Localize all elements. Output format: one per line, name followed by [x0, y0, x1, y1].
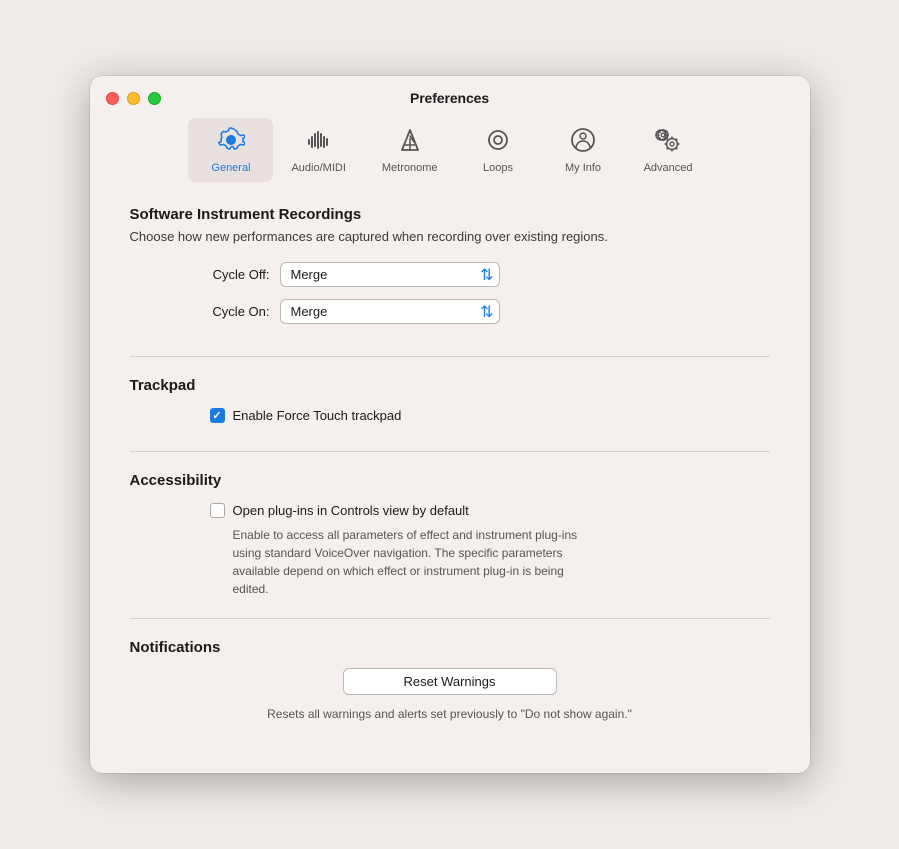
minimize-button[interactable] [127, 92, 140, 105]
tab-general-label: General [211, 162, 250, 174]
force-touch-checkbox[interactable] [210, 408, 225, 423]
cycle-on-select-wrapper: Merge Overlap Replace ⇅ [280, 299, 500, 324]
tab-my-info[interactable]: My Info [541, 118, 626, 182]
cycle-on-select[interactable]: Merge Overlap Replace [280, 299, 500, 324]
cycle-on-label: Cycle On: [170, 304, 270, 319]
tab-audio-midi-label: Audio/MIDI [291, 162, 345, 174]
toolbar: General Audio/MIDI [90, 106, 810, 196]
close-button[interactable] [106, 92, 119, 105]
software-instrument-title: Software Instrument Recordings [130, 206, 770, 223]
accessibility-title: Accessibility [130, 472, 770, 489]
section-software-instrument: Software Instrument Recordings Choose ho… [130, 206, 770, 357]
titlebar: Preferences [90, 76, 810, 106]
my-info-icon [569, 126, 597, 158]
trackpad-title: Trackpad [130, 377, 770, 394]
software-instrument-desc: Choose how new performances are captured… [130, 227, 770, 247]
section-notifications: Notifications Reset Warnings Resets all … [130, 618, 770, 743]
advanced-icon [654, 126, 682, 158]
controls-view-row: Open plug-ins in Controls view by defaul… [130, 503, 770, 518]
section-accessibility: Accessibility Open plug-ins in Controls … [130, 451, 770, 618]
cycle-on-row: Cycle On: Merge Overlap Replace ⇅ [130, 299, 770, 324]
tab-audio-midi[interactable]: Audio/MIDI [273, 118, 363, 182]
tab-metronome[interactable]: Metronome [364, 118, 456, 182]
tab-loops[interactable]: Loops [456, 118, 541, 182]
tab-general[interactable]: General [188, 118, 273, 182]
section-trackpad: Trackpad Enable Force Touch trackpad [130, 356, 770, 451]
notifications-title: Notifications [130, 639, 770, 656]
tab-advanced[interactable]: Advanced [626, 118, 711, 182]
cycle-off-label: Cycle Off: [170, 267, 270, 282]
gear-icon [217, 126, 245, 158]
loops-icon [484, 126, 512, 158]
controls-view-checkbox[interactable] [210, 503, 225, 518]
window-title: Preferences [410, 90, 489, 106]
content-area: Software Instrument Recordings Choose ho… [90, 196, 810, 774]
tab-loops-label: Loops [483, 162, 513, 174]
tab-my-info-label: My Info [565, 162, 601, 174]
audio-midi-icon [305, 126, 333, 158]
maximize-button[interactable] [148, 92, 161, 105]
tab-advanced-label: Advanced [644, 162, 693, 174]
cycle-off-row: Cycle Off: Merge Overlap Replace ⇅ [130, 262, 770, 287]
cycle-off-select[interactable]: Merge Overlap Replace [280, 262, 500, 287]
tab-metronome-label: Metronome [382, 162, 438, 174]
notifications-desc: Resets all warnings and alerts set previ… [250, 705, 650, 723]
traffic-lights [106, 92, 161, 105]
cycle-off-select-wrapper: Merge Overlap Replace ⇅ [280, 262, 500, 287]
controls-view-label: Open plug-ins in Controls view by defaul… [233, 503, 469, 518]
force-touch-label: Enable Force Touch trackpad [233, 408, 402, 423]
reset-warnings-row: Reset Warnings [130, 668, 770, 695]
reset-warnings-button[interactable]: Reset Warnings [343, 668, 557, 695]
accessibility-desc: Enable to access all parameters of effec… [130, 526, 590, 598]
force-touch-row: Enable Force Touch trackpad [130, 408, 770, 423]
preferences-window: Preferences General [90, 76, 810, 774]
metronome-icon [396, 126, 424, 158]
